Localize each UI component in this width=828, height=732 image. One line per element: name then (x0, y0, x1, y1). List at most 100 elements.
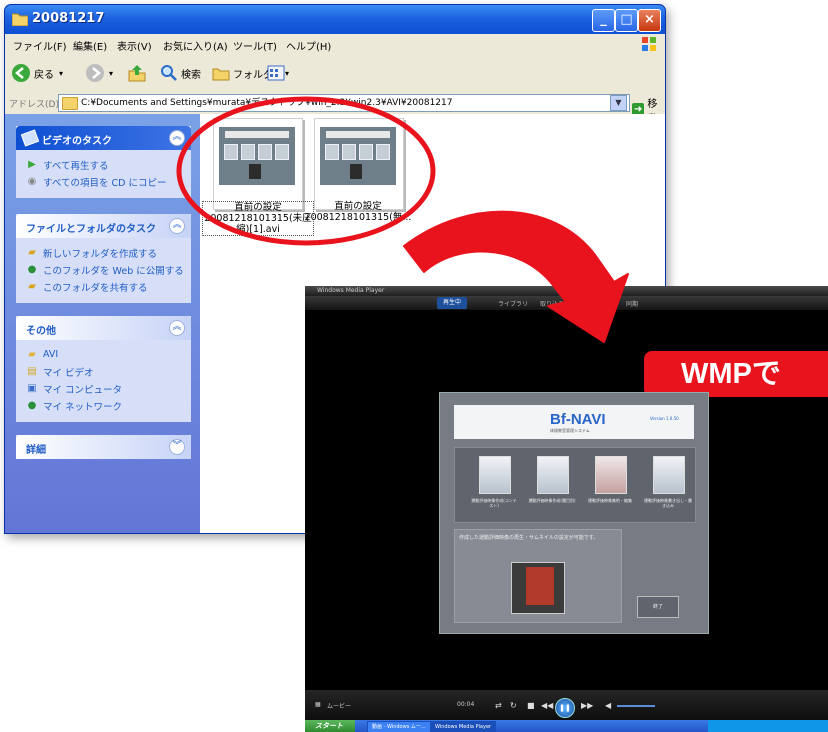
volume-slider[interactable] (617, 705, 655, 707)
end-button: 終了 (637, 596, 679, 618)
menu-help[interactable]: ヘルプ(H) (286, 38, 331, 53)
network-icon: ● (27, 400, 37, 411)
place-my-network[interactable]: ● マイ ネットワーク (26, 397, 183, 414)
tab-library[interactable]: ライブラリ (498, 299, 528, 308)
panel-title: ビデオのタスク (42, 136, 112, 147)
task-label: すべて再生する (43, 160, 109, 172)
menu-label: 運動評価映像書き出し・書き込み (644, 498, 692, 508)
task-label: このフォルダを Web に公開する (43, 265, 184, 277)
menu-label: 運動評価映像作成(種目別) (528, 498, 576, 503)
forward-arrow-icon (86, 64, 104, 82)
menu-favorites[interactable]: お気に入り(A) (163, 38, 228, 53)
pause-button[interactable]: ❚❚ (555, 698, 575, 718)
chevron-down-icon[interactable]: ▾ (285, 69, 289, 78)
video-frame: Bf-NAVI 体操教室管理システム Version 1.0.50 運動評価映像… (439, 392, 709, 634)
menu-edit[interactable]: 編集(E) (73, 38, 107, 53)
title-bar[interactable]: 20081217 _ □ × (5, 5, 665, 34)
menu-view[interactable]: 表示(V) (117, 38, 152, 53)
expand-icon[interactable]: ︾ (169, 439, 185, 455)
taskbar-item[interactable]: Windows Media Player (430, 721, 497, 732)
search-button[interactable]: 検索 (160, 62, 201, 84)
task-label: このフォルダを共有する (43, 282, 148, 294)
task-copy-to-cd[interactable]: ◉ すべての項目を CD にコピー (26, 173, 183, 190)
folder-icon: ▰ (28, 349, 36, 360)
menu-bar: ファイル(F) 編集(E) 表示(V) お気に入り(A) ツール(T) ヘルプ(… (5, 34, 665, 55)
details-panel: 詳細 ︾ (16, 435, 191, 459)
task-label: マイ ビデオ (43, 367, 94, 379)
next-icon[interactable]: ▶▶ (581, 700, 593, 712)
taskbar-item[interactable]: 動画 - Windows ムー... (367, 721, 431, 732)
menu-label: 運動評価映像集約・編集 (588, 498, 632, 503)
tab-rip[interactable]: 取り込み (540, 299, 564, 308)
up-folder-button[interactable] (127, 62, 147, 84)
chevron-down-icon[interactable]: ▾ (109, 69, 113, 78)
start-button[interactable]: スタート (305, 720, 355, 732)
menu-file[interactable]: ファイル(F) (13, 38, 67, 53)
file-name[interactable]: 直前の設定 20081218101315(無... (303, 201, 413, 223)
forward-button[interactable]: ▾ (85, 62, 113, 84)
file-name-line: 直前の設定 (234, 202, 282, 213)
panel-title: ファイルとフォルダのタスク (26, 224, 156, 235)
new-folder-icon: ▰ (28, 247, 36, 258)
task-publish-web[interactable]: ● このフォルダを Web に公開する (26, 261, 184, 278)
stop-icon[interactable]: ■ (527, 700, 535, 712)
file-name-line: 20081218101315(未圧 (204, 213, 312, 224)
previous-icon[interactable]: ◀◀ (541, 700, 553, 712)
folders-button[interactable]: フォルダ (212, 62, 273, 84)
close-button[interactable]: × (638, 9, 661, 32)
chevron-down-icon[interactable]: ▾ (59, 69, 63, 78)
my-videos-icon: ▤ (27, 366, 37, 377)
app-info-text: 作成した運動評価映像の再生・サムネイルの設定が可能です。 (459, 535, 599, 541)
place-avi[interactable]: ▰ AVI (26, 346, 183, 363)
share-folder-icon: ▰ (28, 281, 36, 292)
shuffle-icon[interactable]: ⇄ (495, 700, 502, 712)
tab-sync[interactable]: 同期 (626, 299, 638, 308)
task-share-folder[interactable]: ▰ このフォルダを共有する (26, 278, 183, 295)
task-label: すべての項目を CD にコピー (43, 177, 167, 189)
place-my-videos[interactable]: ▤ マイ ビデオ (26, 363, 183, 380)
playback-controls: ▦ ムービー 00:04 ⇄ ↻ ■ ◀◀ ❚❚ ▶▶ ◀ (305, 690, 828, 720)
view-button[interactable]: ▾ (267, 62, 289, 84)
search-label: 検索 (181, 69, 201, 81)
folder-icon (62, 97, 78, 110)
video-area[interactable]: WMPで Bf-NAVI 体操教室管理システム Version 1.0.50 運… (305, 310, 828, 690)
movie-icon: ▦ (315, 701, 321, 708)
panel-header[interactable]: ビデオのタスク ︽ (16, 126, 191, 150)
task-play-all[interactable]: ▶ すべて再生する (26, 156, 183, 173)
wmp-title-bar[interactable]: Windows Media Player (305, 286, 828, 296)
address-dropdown[interactable]: ▼ (610, 95, 627, 111)
menu-icon (479, 456, 511, 494)
task-new-folder[interactable]: ▰ 新しいフォルダを作成する (26, 244, 183, 261)
file-thumbnail[interactable] (213, 118, 303, 210)
file-thumbnail[interactable] (314, 118, 404, 210)
volume-icon[interactable]: ◀ (605, 700, 611, 712)
video-tasks-panel: ビデオのタスク ︽ ▶ すべて再生する ◉ すべての項目を CD にコピー (16, 126, 191, 198)
place-my-computer[interactable]: ▣ マイ コンピュータ (26, 380, 183, 397)
tab-now-playing[interactable]: 再生中 (437, 297, 468, 309)
minimize-button[interactable]: _ (592, 9, 615, 32)
task-label: マイ ネットワーク (43, 401, 123, 413)
back-button[interactable]: 戻る ▾ (11, 62, 63, 84)
panel-header[interactable]: ファイルとフォルダのタスク ︽ (16, 214, 191, 238)
status-text: ムービー (327, 703, 352, 710)
tab-burn[interactable]: 書き込み (588, 299, 612, 308)
menu-tools[interactable]: ツール(T) (233, 38, 277, 53)
wmp-tabs: 再生中 ライブラリ 取り込み 書き込み 同期 (305, 296, 828, 310)
collapse-icon[interactable]: ︽ (169, 218, 185, 234)
taskbar: スタート 動画 - Windows ムー... Windows Media Pl… (305, 720, 828, 732)
maximize-button[interactable]: □ (615, 9, 638, 32)
view-icon (267, 65, 285, 81)
collapse-icon[interactable]: ︽ (169, 130, 185, 146)
task-label: AVI (43, 349, 59, 360)
back-arrow-icon (12, 64, 30, 82)
panel-header[interactable]: 詳細 ︾ (16, 435, 191, 459)
repeat-icon[interactable]: ↻ (510, 700, 517, 712)
file-name[interactable]: 直前の設定 20081218101315(未圧 縮)[1].avi (202, 201, 314, 236)
app-logo-subtitle: 体操教室管理システム (550, 428, 590, 433)
address-input[interactable]: C:¥Documents and Settings¥murata¥デスクトップ¥… (58, 94, 630, 112)
globe-icon: ● (27, 264, 37, 275)
address-path: C:¥Documents and Settings¥murata¥デスクトップ¥… (81, 98, 453, 108)
collapse-icon[interactable]: ︽ (169, 320, 185, 336)
media-player-window: Windows Media Player 再生中 ライブラリ 取り込み 書き込み… (305, 286, 828, 732)
panel-header[interactable]: その他 ︽ (16, 316, 191, 340)
